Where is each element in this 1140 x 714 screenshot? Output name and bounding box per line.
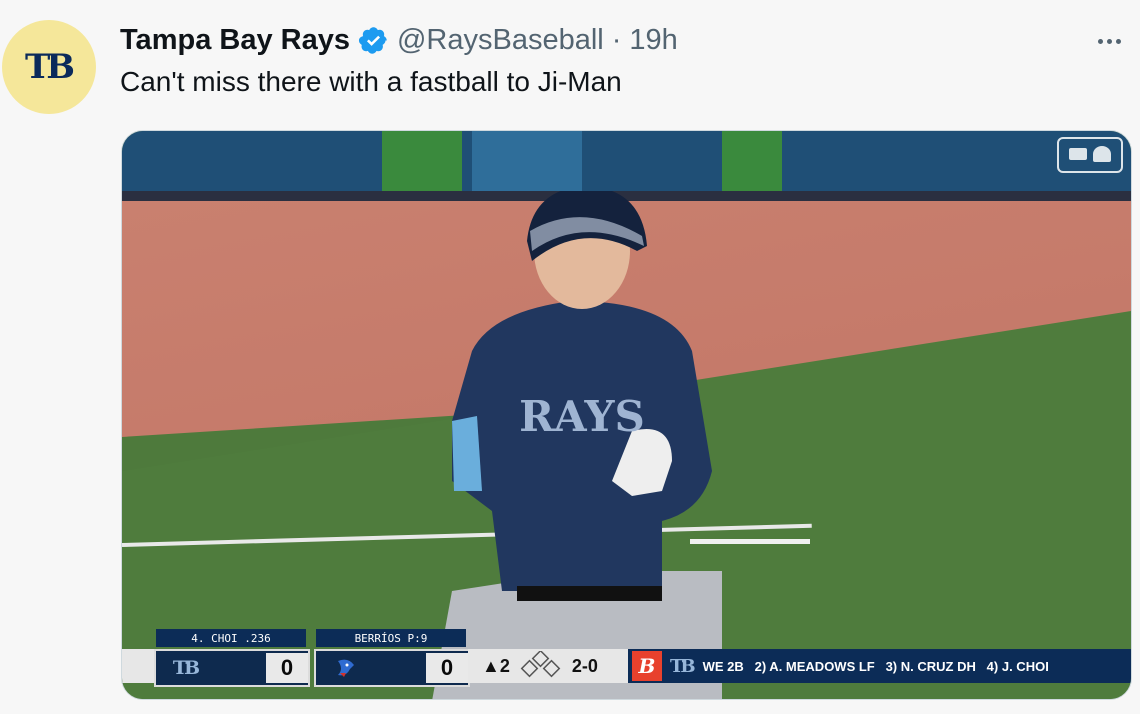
tweet-text: Can't miss there with a fastball to Ji-M… <box>120 66 622 97</box>
pitch-count: 2-0 <box>571 655 598 676</box>
more-options-icon[interactable] <box>1092 30 1126 52</box>
tweet-video[interactable]: RAYS 4. CHOI .236 TB 0 BERRÍOS P:9 0 ▲2 … <box>121 130 1132 700</box>
inning-indicator: ▲2 <box>482 655 510 676</box>
bases-diamond-icon <box>520 651 561 678</box>
rays-logo-icon: TB <box>172 657 200 679</box>
home-team-box: 0 <box>314 649 470 687</box>
ticker-rays-logo-icon: TB <box>670 655 696 677</box>
scorebug: 4. CHOI .236 TB 0 BERRÍOS P:9 0 ▲2 2-0 B… <box>122 629 1131 687</box>
batter-figure: RAYS <box>432 191 722 699</box>
author-name[interactable]: Tampa Bay Rays <box>120 24 350 57</box>
scorebug-left-bar <box>122 649 154 683</box>
sponsor-logo-icon: B <box>632 651 662 681</box>
away-score: 0 <box>266 653 308 683</box>
blue-jays-logo-icon <box>338 659 354 677</box>
author-handle[interactable]: @RaysBaseball <box>397 24 604 57</box>
inning-count-box: ▲2 2-0 <box>468 649 628 683</box>
away-team-box: TB 0 <box>154 649 310 687</box>
ticker-text: WE 2B 2) A. MEADOWS LF 3) N. CRUZ DH 4) … <box>702 658 1049 674</box>
batter-label: 4. CHOI .236 <box>156 629 306 647</box>
separator-dot: · <box>611 23 622 56</box>
verified-badge-icon <box>358 26 387 54</box>
tweet-header: Tampa Bay Rays @RaysBaseball · 19h <box>120 22 678 58</box>
video-frame: RAYS 4. CHOI .236 TB 0 BERRÍOS P:9 0 ▲2 … <box>122 131 1131 699</box>
svg-text:RAYS: RAYS <box>519 392 645 441</box>
mlb-network-bug-icon <box>1057 137 1123 173</box>
rays-logo: TB <box>24 47 75 87</box>
lineup-ticker: B TB WE 2B 2) A. MEADOWS LF 3) N. CRUZ D… <box>628 649 1131 683</box>
tweet-timestamp[interactable]: 19h <box>629 24 677 57</box>
home-score: 0 <box>426 653 468 683</box>
profile-avatar[interactable]: TB <box>2 20 96 114</box>
pitcher-label: BERRÍOS P:9 <box>316 629 466 647</box>
